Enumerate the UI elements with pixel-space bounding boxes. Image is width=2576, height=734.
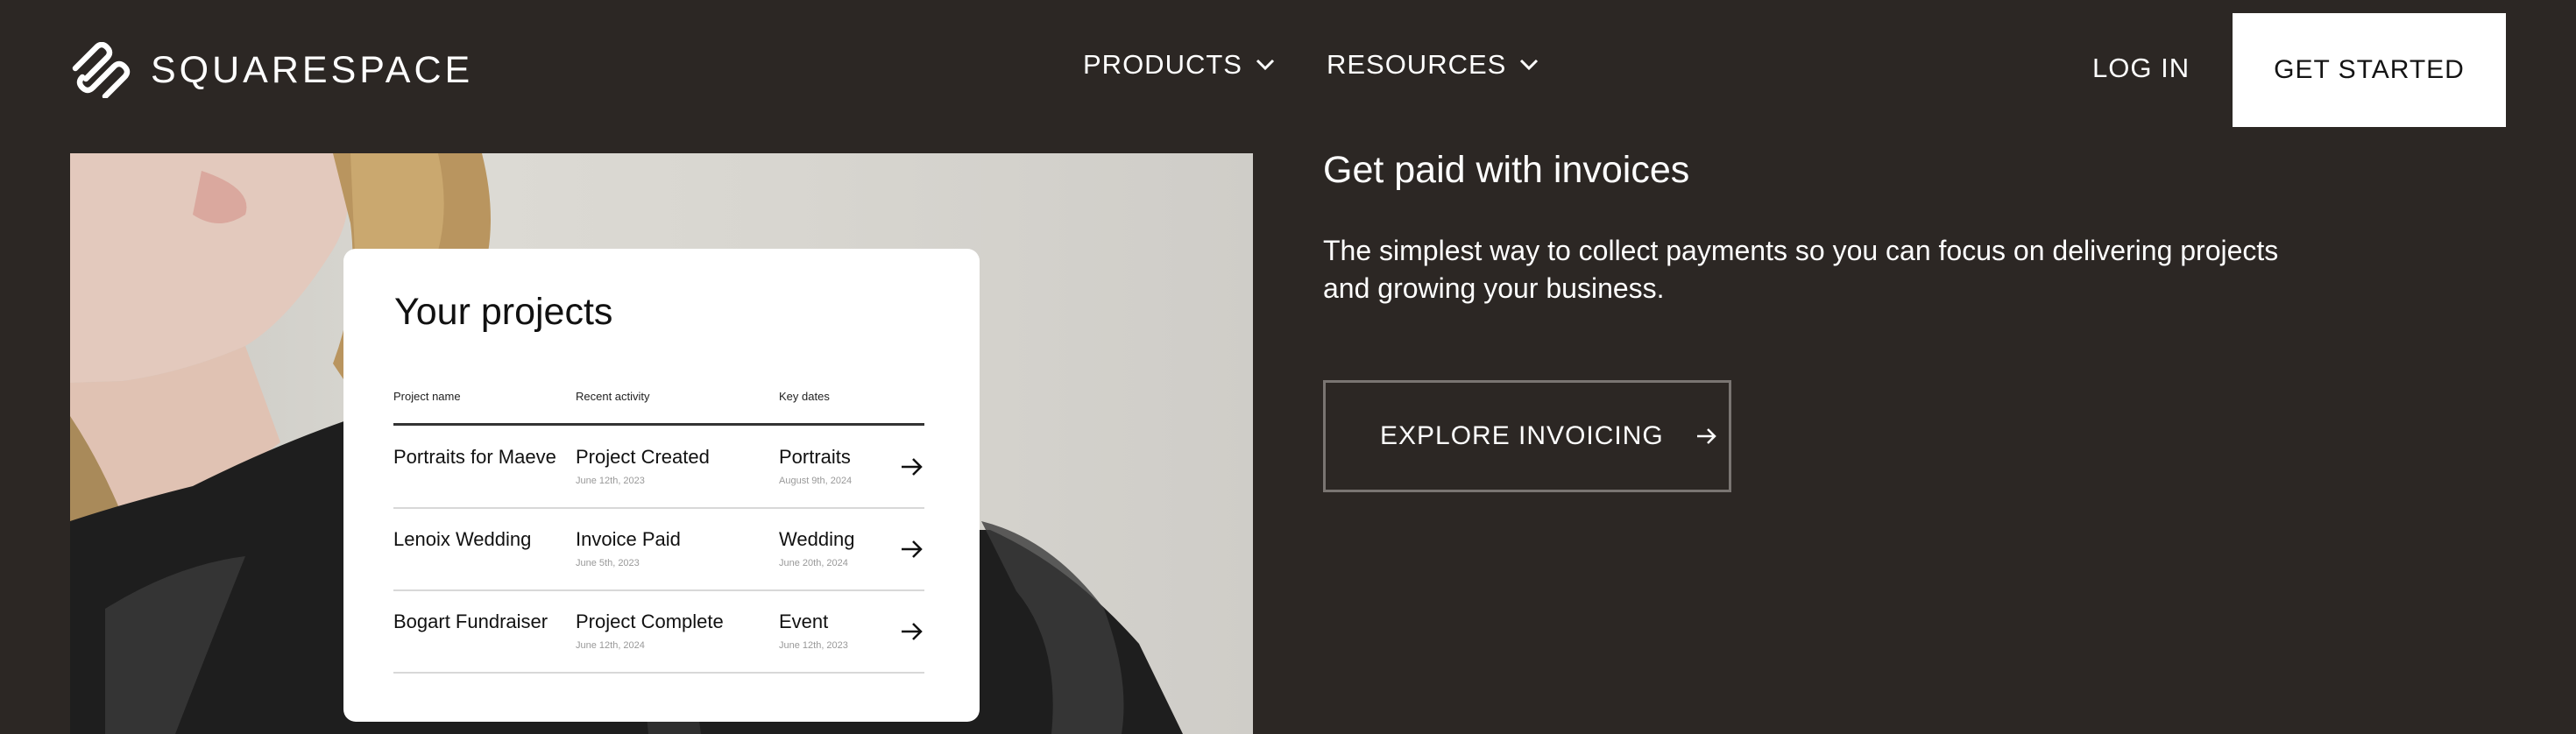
key-date-label: Wedding [779,528,855,550]
card-title: Your projects [394,291,613,333]
arrow-right-icon[interactable] [900,539,924,560]
main-nav: PRODUCTS RESOURCES [1083,49,1590,81]
chevron-down-icon [1520,59,1539,71]
site-header: SQUARESPACE PRODUCTS RESOURCES LOG IN GE… [0,0,2576,140]
arrow-right-icon[interactable] [900,621,924,642]
nav-products-label: PRODUCTS [1083,49,1242,80]
recent-activity: Invoice Paid [576,528,681,550]
explore-invoicing-label: EXPLORE INVOICING [1380,421,1664,450]
login-link[interactable]: LOG IN [2092,53,2190,84]
row-divider [393,672,924,674]
header-divider [393,423,924,426]
key-date: August 9th, 2024 [779,476,853,486]
table-row[interactable]: Lenoix Wedding Invoice Paid June 5th, 20… [393,509,924,591]
key-date-label: Event [779,610,829,632]
nav-resources[interactable]: RESOURCES [1327,49,1539,81]
activity-date: June 12th, 2023 [576,476,645,486]
brand-name: SQUARESPACE [151,48,474,91]
recent-activity: Project Created [576,446,710,468]
activity-date: June 12th, 2024 [576,640,645,651]
section-headline: Get paid with invoices [1323,149,1690,191]
projects-card: Your projects Project name Recent activi… [343,249,980,722]
table-row[interactable]: Bogart Fundraiser Project Complete June … [393,591,924,674]
recent-activity: Project Complete [576,610,724,632]
nav-products[interactable]: PRODUCTS [1083,49,1276,81]
column-header-recent-activity: Recent activity [576,390,650,403]
project-name: Lenoix Wedding [393,528,532,550]
column-header-key-dates: Key dates [779,390,830,403]
nav-resources-label: RESOURCES [1326,49,1507,80]
key-date-label: Portraits [779,446,851,468]
arrow-right-icon[interactable] [900,456,924,477]
project-name: Bogart Fundraiser [393,610,548,632]
column-header-project-name: Project name [393,390,461,403]
squarespace-logo-icon [72,42,131,98]
key-date: June 20th, 2024 [779,558,848,568]
explore-invoicing-button[interactable]: EXPLORE INVOICING [1323,380,1731,492]
project-name: Portraits for Maeve [393,446,556,468]
activity-date: June 5th, 2023 [576,558,640,568]
get-started-button[interactable]: GET STARTED [2233,13,2506,127]
chevron-down-icon [1256,59,1275,71]
table-row[interactable]: Portraits for Maeve Project Created June… [393,427,924,509]
section-body: The simplest way to collect payments so … [1323,235,2279,304]
brand-logo[interactable]: SQUARESPACE [70,42,473,98]
key-date: June 12th, 2023 [779,640,848,651]
arrow-right-icon [1696,428,1716,444]
